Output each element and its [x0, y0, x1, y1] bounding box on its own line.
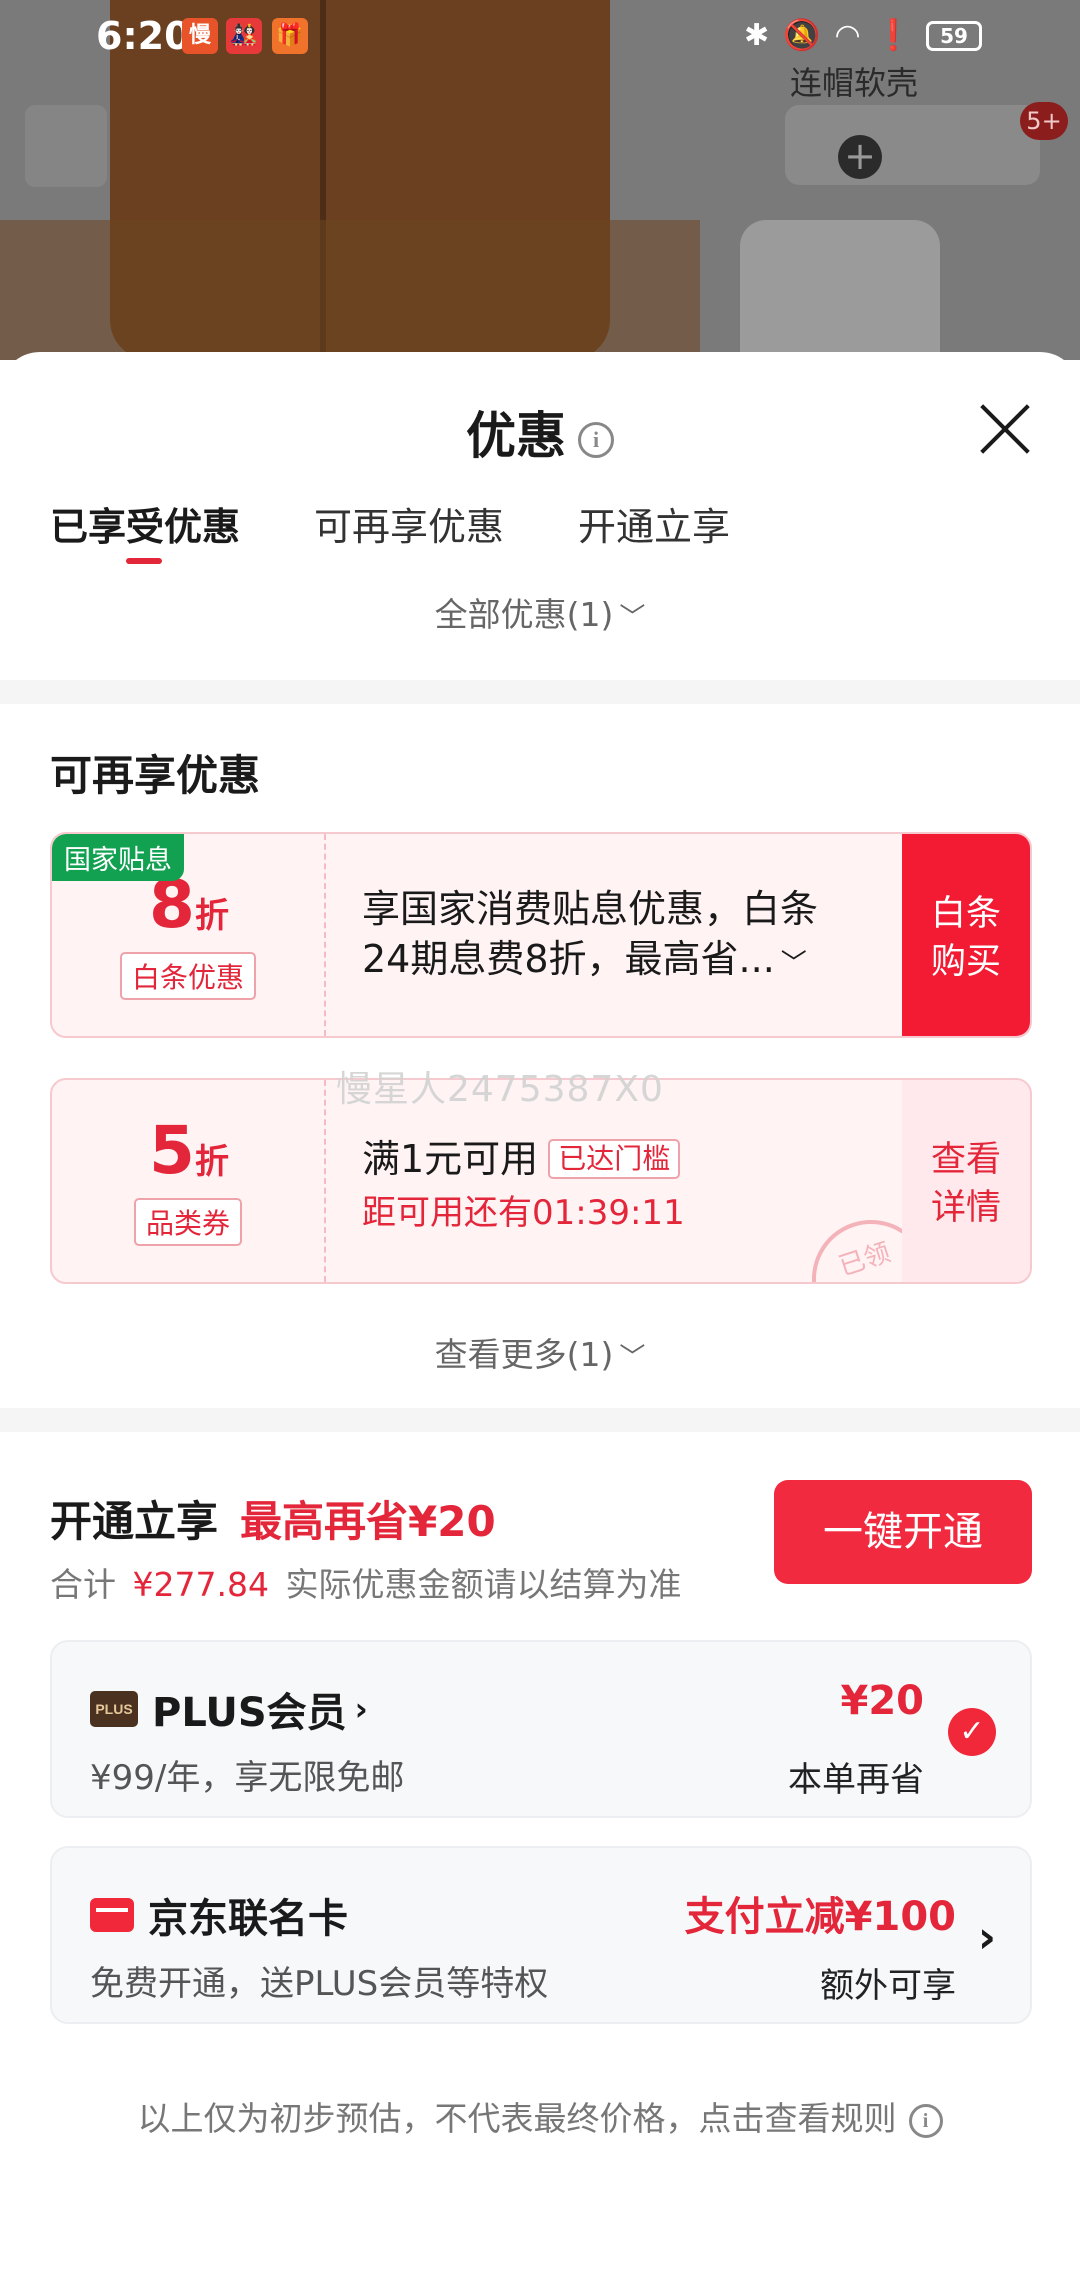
- section-divider: [0, 680, 1080, 704]
- chevron-right-icon: ›: [354, 1690, 368, 1728]
- credit-card-icon: [90, 1898, 134, 1932]
- view-details-button[interactable]: 查看 详情: [902, 1080, 1030, 1282]
- corner-badge: 国家贴息: [52, 834, 184, 881]
- coupon-tag: 白条优惠: [119, 952, 257, 1000]
- section-divider: [0, 1408, 1080, 1432]
- view-more-toggle[interactable]: 查看更多(1) ﹀: [0, 1328, 1080, 1376]
- coupon-description: 满1元可用 已达门槛 距可用还有01:39:11: [362, 1134, 922, 1238]
- plus-logo-icon: PLUS: [90, 1691, 138, 1727]
- reclaim-section-title: 可再享优惠: [50, 751, 261, 800]
- info-icon[interactable]: i: [578, 421, 614, 458]
- card-save-amount: 支付立减¥100: [684, 1894, 956, 1940]
- status-time: 6:20: [96, 14, 191, 58]
- sheet-title: 优惠 i: [0, 396, 1080, 468]
- discount-value: 5折: [149, 1112, 229, 1189]
- alert-icon: ❗: [874, 18, 912, 53]
- tab-enjoyed[interactable]: 已享受优惠: [50, 496, 240, 564]
- plus-member-card[interactable]: PLUS PLUS会员 › ¥99/年，享无限免邮 ¥20 本单再省 ✓: [50, 1640, 1032, 1818]
- plus-save-amount: ¥20: [840, 1678, 925, 1724]
- tab-bar: 已享受优惠 可再享优惠 开通立享: [50, 496, 730, 564]
- info-icon[interactable]: i: [908, 2103, 943, 2138]
- plus-save-note: 本单再省: [788, 1760, 924, 1800]
- chevron-right-icon[interactable]: ›: [978, 1912, 996, 1963]
- variant-image: [740, 220, 940, 360]
- threshold-badge: 已达门槛: [548, 1139, 681, 1179]
- tab-open-enjoy[interactable]: 开通立享: [578, 496, 730, 551]
- watermark: 慢星人2475387X0: [336, 1069, 664, 1110]
- coupon-description[interactable]: 享国家消费贴息优惠，白条 24期息费8折，最高省... ﹀: [362, 884, 922, 989]
- coupon-tag: 品类券: [133, 1198, 243, 1246]
- notification-app-icon: 🎁: [272, 18, 308, 54]
- all-discounts-toggle[interactable]: 全部优惠(1) ﹀: [0, 588, 1080, 636]
- bluetooth-icon: ✱: [743, 18, 770, 53]
- discount-value: 8折: [149, 866, 229, 943]
- open-section-title: 开通立享 最高再省¥20: [50, 1497, 496, 1546]
- rules-note[interactable]: 以上仅为初步预估，不代表最终价格，点击查看规则 i: [0, 2092, 1080, 2140]
- variant-thumbnail: [785, 105, 1040, 185]
- total-line: 合计 ¥277.84 实际优惠金额请以结算为准: [50, 1565, 682, 1604]
- system-icons: ✱ 🔕 ◠ ❗ 59: [744, 18, 982, 53]
- notification-app-icon: 🎎: [226, 18, 262, 54]
- close-icon[interactable]: [978, 402, 1032, 456]
- check-icon[interactable]: ✓: [948, 1708, 996, 1756]
- card-save-note: 额外可享: [820, 1966, 956, 2006]
- add-icon: +: [838, 135, 882, 179]
- mute-icon: 🔕: [783, 18, 821, 53]
- plus-desc: ¥99/年，享无限免邮: [90, 1758, 405, 1798]
- coupon-card[interactable]: 8折 白条优惠 国家贴息 享国家消费贴息优惠，白条 24期息费8折，最高省...…: [50, 832, 1032, 1038]
- chevron-down-icon: ﹀: [619, 603, 646, 633]
- chevron-down-icon: ﹀: [619, 1343, 646, 1373]
- status-bar: 6:20 慢 🎎 🎁 ✱ 🔕 ◠ ❗ 59: [0, 0, 1080, 72]
- one-key-open-button[interactable]: 一键开通: [774, 1480, 1032, 1584]
- total-amount: ¥277.84: [132, 1565, 269, 1604]
- count-badge: 5+: [1020, 102, 1068, 140]
- baitiao-buy-button[interactable]: 白条 购买: [902, 834, 1030, 1036]
- chevron-down-icon: ﹀: [780, 949, 807, 979]
- tab-reclaimable[interactable]: 可再享优惠: [314, 496, 504, 551]
- jd-card-benefit[interactable]: 京东联名卡 免费开通，送PLUS会员等特权 支付立减¥100 额外可享 ›: [50, 1846, 1032, 2024]
- back-button-bg: [25, 105, 107, 187]
- max-save-text: 最高再省¥20: [240, 1497, 496, 1546]
- card-desc: 免费开通，送PLUS会员等特权: [90, 1964, 549, 2004]
- battery-icon: 59: [926, 20, 982, 51]
- wifi-icon: ◠: [834, 18, 861, 53]
- notification-app-icon: 慢: [182, 18, 218, 54]
